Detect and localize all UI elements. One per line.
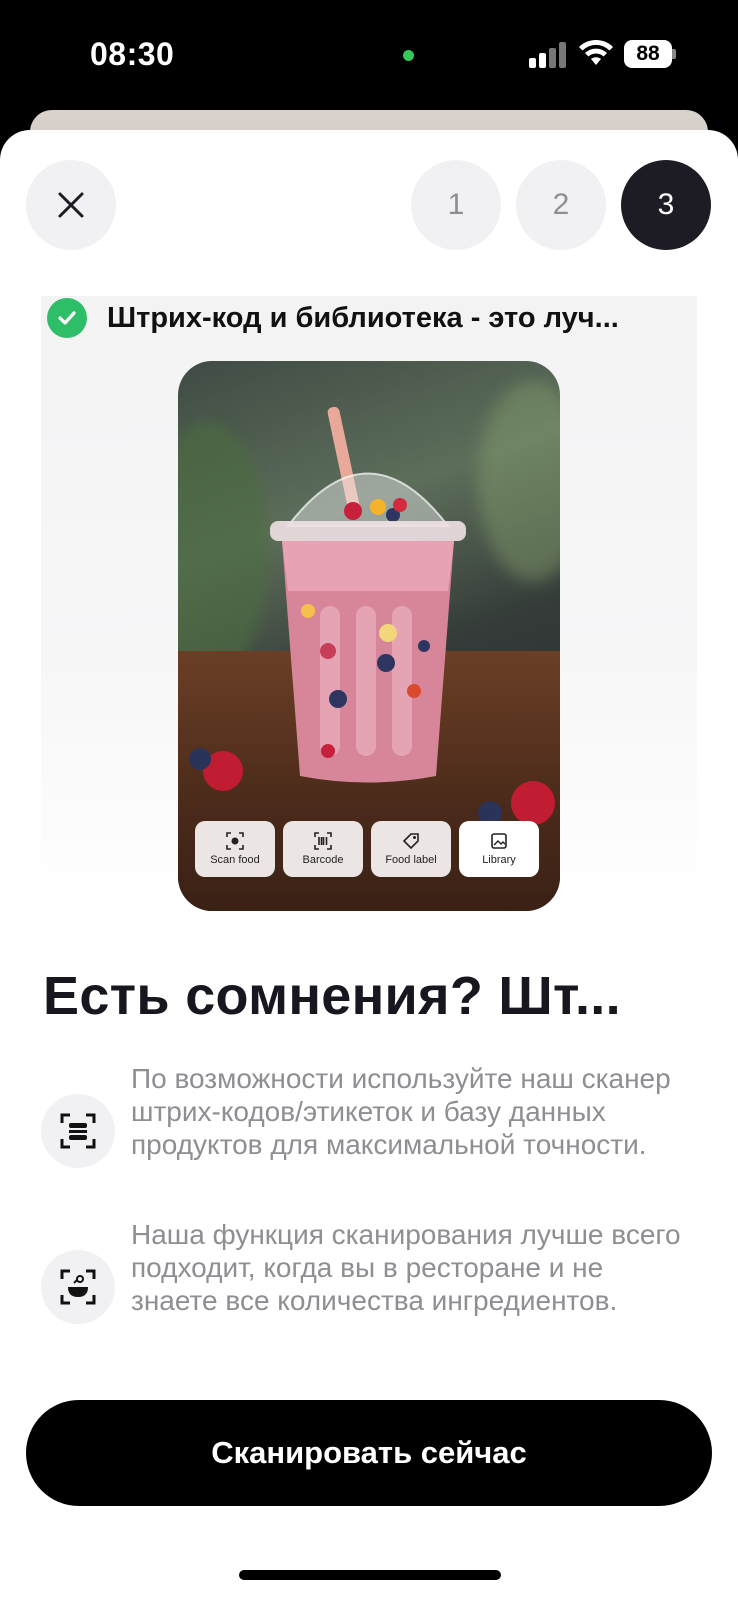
food-label-button[interactable]: Food label: [371, 821, 451, 877]
battery-icon: 88: [624, 40, 676, 68]
wifi-icon: [579, 39, 613, 65]
close-button[interactable]: [26, 160, 116, 250]
tip-text-scan: Наша функция сканирования лучше всего по…: [131, 1219, 681, 1316]
step-indicator-3[interactable]: 3: [621, 160, 711, 250]
library-button[interactable]: Library: [459, 821, 539, 877]
food-scan-icon-wrap: [41, 1250, 115, 1324]
status-bar: 08:30 88: [0, 0, 738, 110]
barcode-icon: [314, 832, 332, 850]
check-banner-text: Штрих-код и библиотека - это луч...: [107, 301, 619, 334]
home-indicator: [239, 1570, 501, 1580]
onboarding-sheet: 1 2 3 Штрих-код и библиотека - это луч..…: [0, 130, 738, 1600]
food-label-label: Food label: [385, 854, 437, 866]
scan-options-bar: Scan food Barcode Food label Library: [195, 821, 541, 881]
food-scan-icon: [60, 1269, 96, 1305]
tip-item-scan: Наша функция сканирования лучше всего по…: [41, 1218, 721, 1358]
tip-item-barcode: По возможности используйте наш сканер шт…: [41, 1062, 721, 1202]
barcode-scan-icon: [60, 1113, 96, 1149]
close-icon: [58, 192, 84, 218]
tip-text-barcode: По возможности используйте наш сканер шт…: [131, 1063, 671, 1160]
scan-food-button[interactable]: Scan food: [195, 821, 275, 877]
step-indicator-2[interactable]: 2: [516, 160, 606, 250]
library-icon: [491, 833, 507, 849]
page-title: Есть сомнения? Шт...: [43, 966, 621, 1026]
barcode-label: Barcode: [302, 854, 344, 866]
food-label-icon: [402, 833, 419, 850]
barcode-button[interactable]: Barcode: [283, 821, 363, 877]
privacy-indicator-dot: [403, 50, 414, 61]
status-time: 08:30: [90, 36, 175, 72]
battery-level: 88: [624, 40, 672, 68]
checkmark-icon: [47, 298, 87, 338]
step-indicator-1[interactable]: 1: [411, 160, 501, 250]
cellular-signal-icon: [529, 42, 569, 68]
smoothie-photo: Scan food Barcode Food label Library: [178, 361, 560, 911]
scan-food-icon: [226, 832, 244, 850]
scan-now-button[interactable]: Сканировать сейчас: [26, 1400, 712, 1506]
library-label: Library: [482, 854, 516, 866]
feature-illustration: Штрих-код и библиотека - это луч... Scan…: [41, 296, 697, 916]
scan-food-label: Scan food: [210, 854, 260, 866]
check-banner: Штрих-код и библиотека - это луч...: [47, 298, 619, 338]
barcode-scan-icon-wrap: [41, 1094, 115, 1168]
